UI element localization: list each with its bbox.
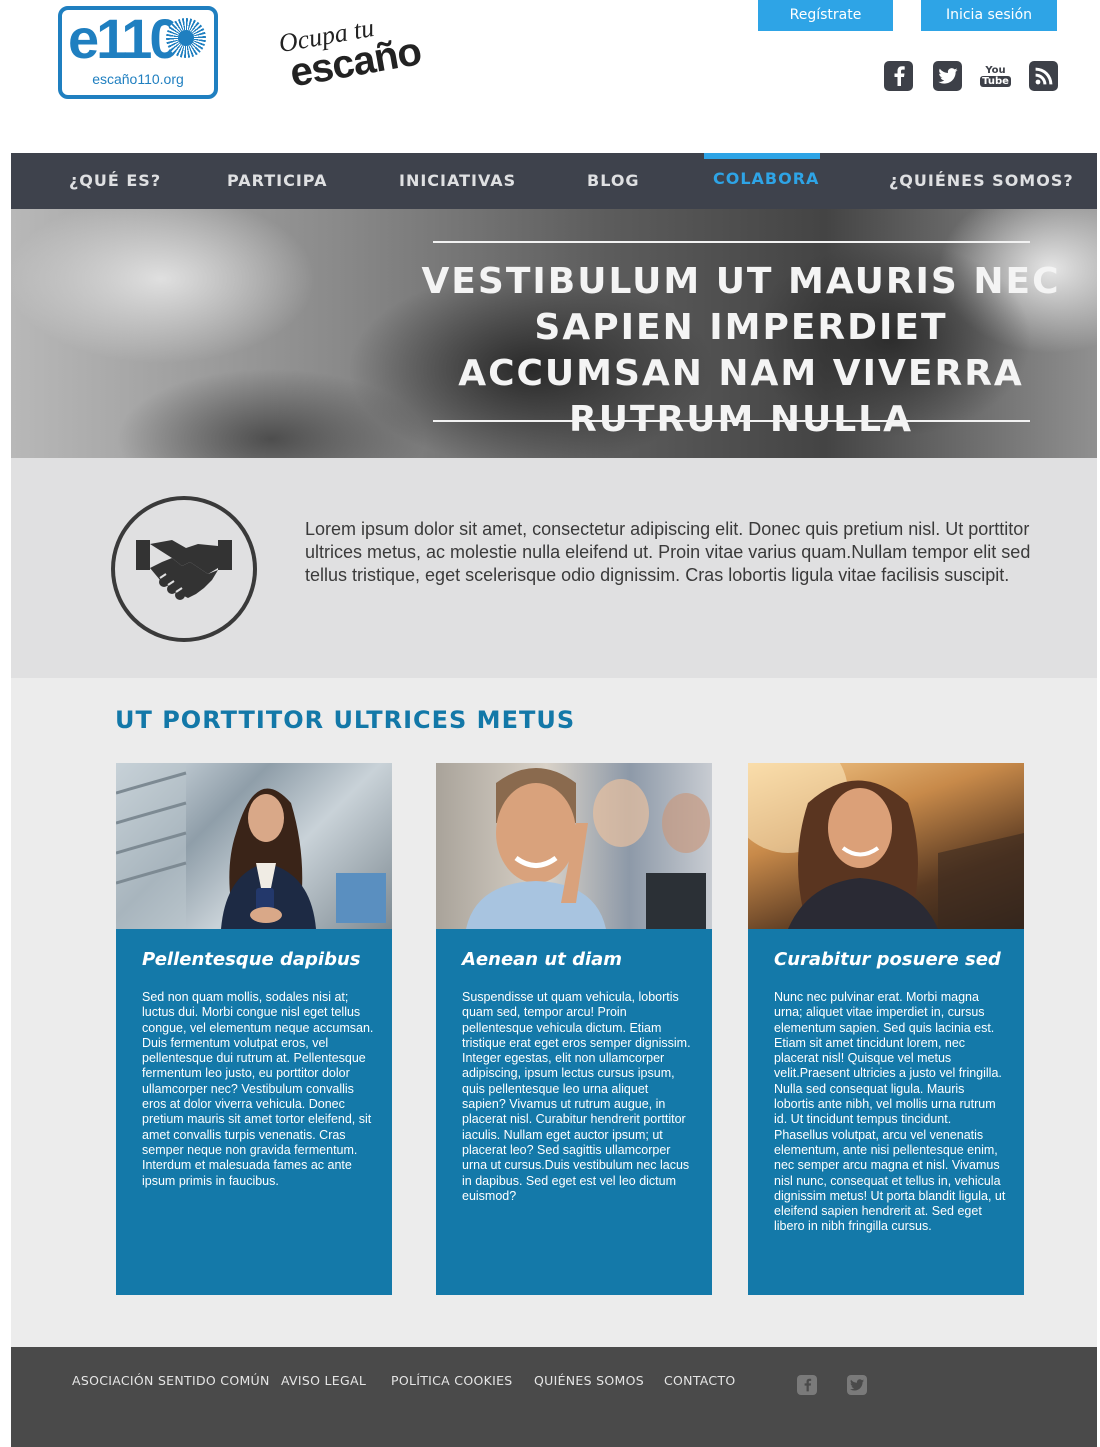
login-button[interactable]: Inicia sesión — [921, 0, 1057, 31]
card-photo-woman-phone — [116, 763, 392, 929]
hero-title: VESTIBULUM UT MAURIS NEC SAPIEN IMPERDIE… — [421, 261, 1061, 440]
facebook-icon[interactable] — [884, 61, 913, 91]
e110-logo[interactable]: e110 escaño110.org — [58, 6, 218, 99]
site-footer: ASOCIACIÓN SENTIDO COMÚN AVISO LEGAL POL… — [11, 1347, 1097, 1447]
card[interactable]: Aenean ut diam Suspendisse ut quam vehic… — [436, 763, 712, 1295]
intro-text: Lorem ipsum dolor sit amet, consectetur … — [305, 519, 1031, 585]
footer-twitter-icon[interactable] — [847, 1375, 867, 1395]
logo-text: e110 — [68, 7, 180, 70]
ocupa-tu-escano-logo[interactable]: Ocupa tu escaño — [277, 6, 437, 103]
site-header: e110 escaño110.org Ocupa tu escaño Regís… — [0, 0, 1100, 152]
card-photo-smiling-woman — [748, 763, 1024, 929]
hero-banner: VESTIBULUM UT MAURIS NEC SAPIEN IMPERDIE… — [11, 209, 1097, 458]
hero-rule-bottom — [433, 420, 1030, 422]
youtube-icon-you: You — [985, 65, 1006, 76]
card-title[interactable]: Curabitur posuere sed — [774, 949, 1001, 970]
card-title[interactable]: Aenean ut diam — [462, 949, 622, 970]
card[interactable]: Curabitur posuere sed Nunc nec pulvinar … — [748, 763, 1024, 1295]
card-photo-smiling-man — [436, 763, 712, 929]
main-nav: ¿QUÉ ES? PARTICIPA INICIATIVAS BLOG COLA… — [11, 153, 1097, 209]
logo-url: escaño110.org — [92, 71, 184, 87]
logo-sun-icon — [166, 18, 206, 58]
nav-item-colabora[interactable]: COLABORA — [713, 151, 819, 207]
footer-facebook-icon[interactable] — [797, 1375, 817, 1395]
nav-item-que-es[interactable]: ¿QUÉ ES? — [69, 153, 161, 209]
card-title[interactable]: Pellentesque dapibus — [142, 949, 360, 970]
footer-link-politica-cookies[interactable]: POLÍTICA COOKIES — [391, 1373, 513, 1388]
section-title: UT PORTTITOR ULTRICES METUS — [115, 706, 576, 734]
nav-item-blog[interactable]: BLOG — [587, 153, 640, 209]
rss-icon[interactable] — [1029, 61, 1058, 91]
footer-link-aviso-legal[interactable]: AVISO LEGAL — [281, 1373, 366, 1388]
nav-item-participa[interactable]: PARTICIPA — [227, 153, 327, 209]
register-button[interactable]: Regístrate — [758, 0, 893, 31]
footer-link-asociacion[interactable]: ASOCIACIÓN SENTIDO COMÚN — [72, 1373, 270, 1388]
youtube-icon-tube: Tube — [980, 76, 1011, 87]
card-body: Suspendisse ut quam vehicula, lobortis q… — [462, 990, 691, 1203]
featured-section: UT PORTTITOR ULTRICES METUS Pellentesque… — [11, 678, 1097, 1347]
youtube-icon[interactable]: You Tube — [980, 61, 1011, 91]
nav-item-quienes-somos[interactable]: ¿QUIÉNES SOMOS? — [889, 153, 1074, 209]
intro-block: Lorem ipsum dolor sit amet, consectetur … — [11, 458, 1097, 678]
hero-rule-top — [433, 241, 1030, 243]
card[interactable]: Pellentesque dapibus Sed non quam mollis… — [116, 763, 392, 1295]
card-body: Sed non quam mollis, sodales nisi at; lu… — [142, 990, 374, 1188]
footer-link-quienes-somos[interactable]: QUIÉNES SOMOS — [534, 1373, 644, 1388]
handshake-icon — [111, 496, 257, 642]
twitter-icon[interactable] — [933, 61, 962, 91]
nav-item-iniciativas[interactable]: INICIATIVAS — [399, 153, 516, 209]
footer-link-contacto[interactable]: CONTACTO — [664, 1373, 736, 1388]
youtube-icon-text: You Tube — [980, 65, 1011, 87]
card-body: Nunc nec pulvinar erat. Morbi magna urna… — [774, 990, 1006, 1234]
